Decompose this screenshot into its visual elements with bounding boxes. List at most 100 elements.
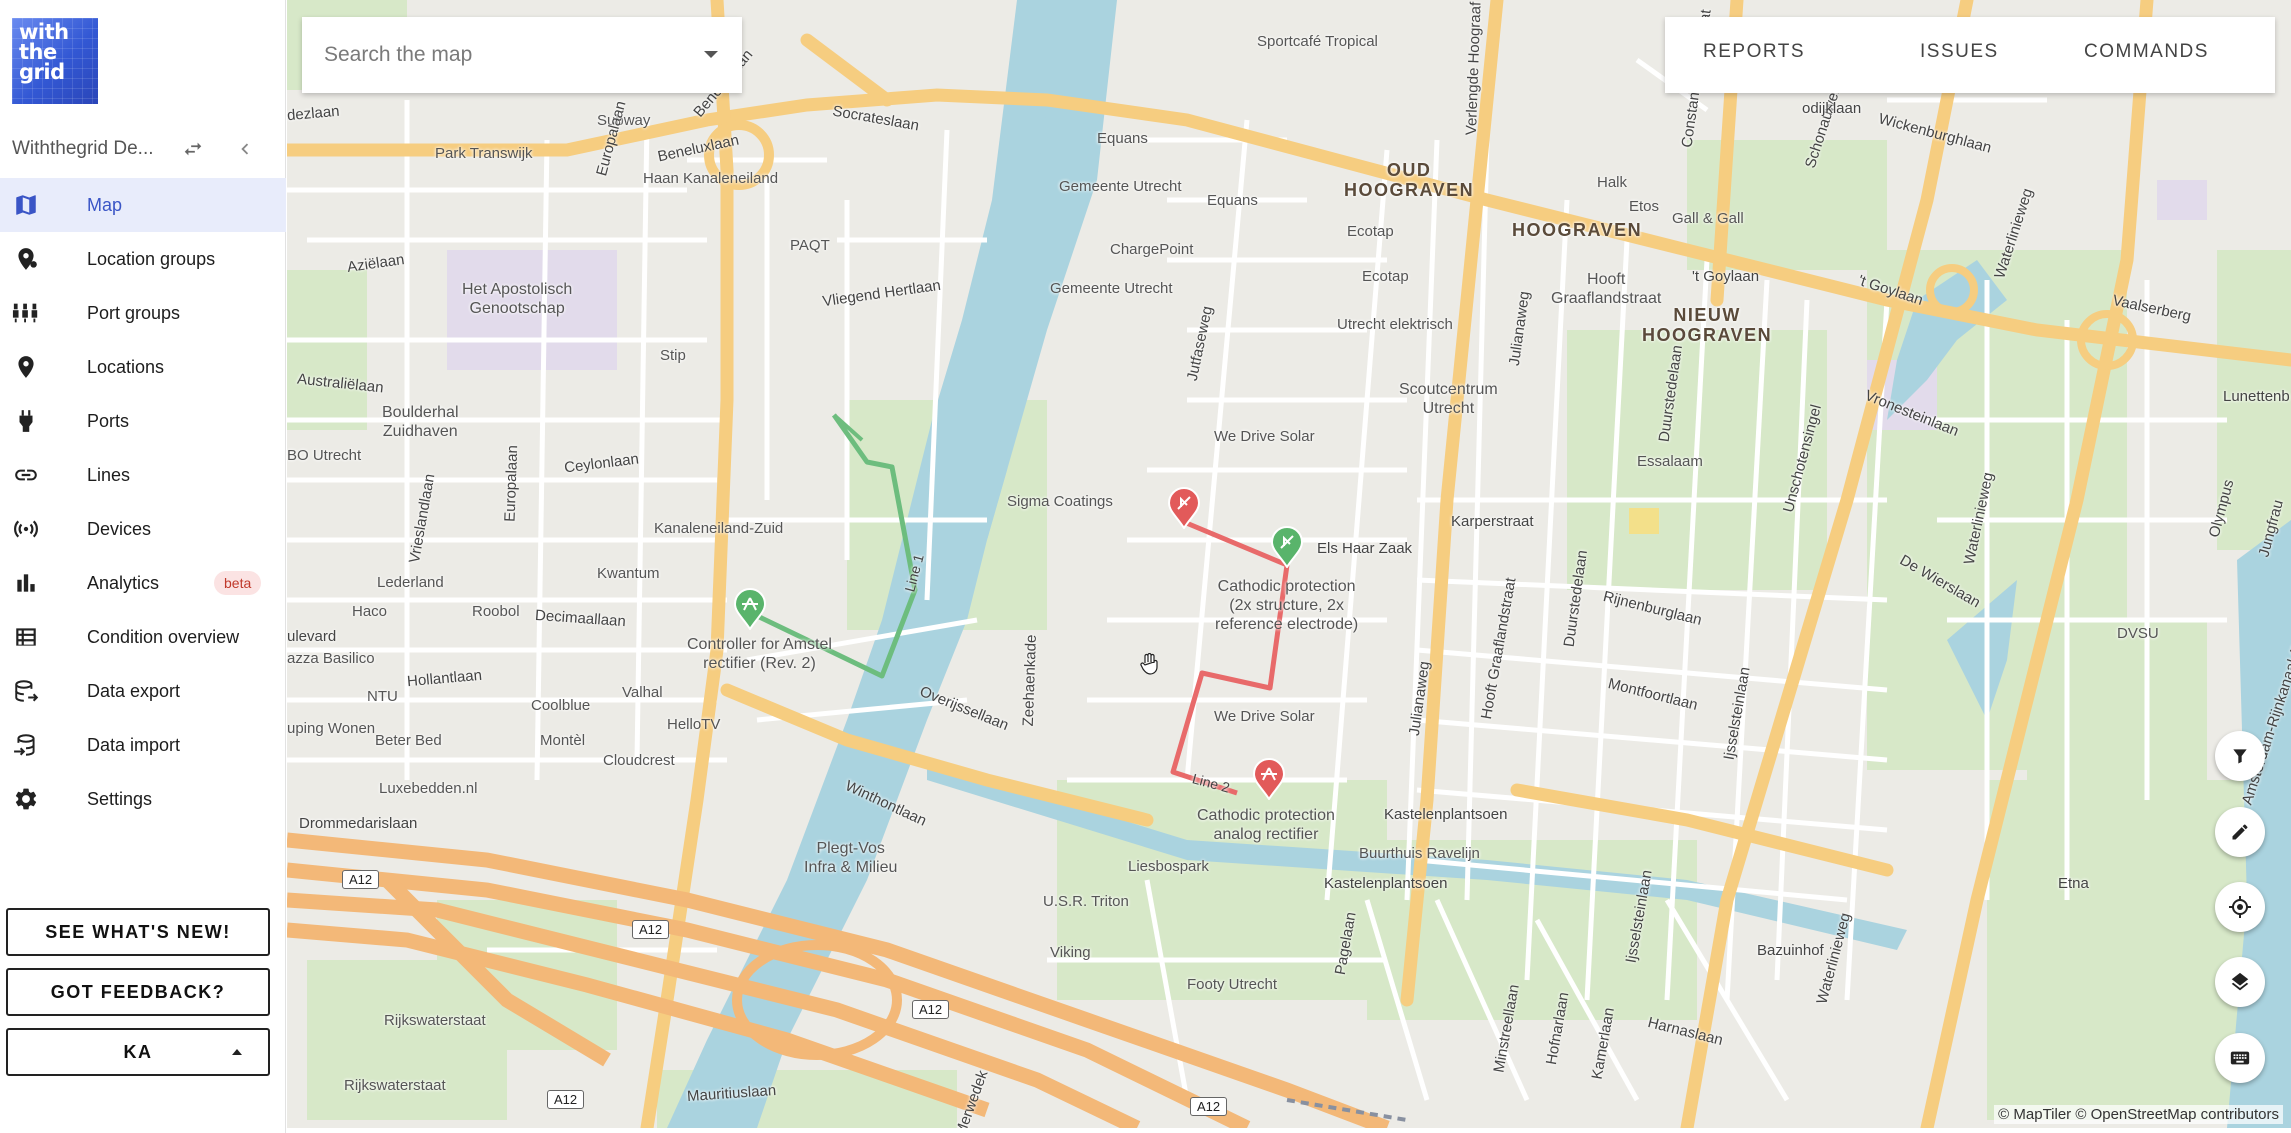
poi-label: U.S.R. Triton bbox=[1043, 893, 1129, 910]
database-import-icon bbox=[12, 731, 40, 759]
nav-item-locations[interactable]: Locations bbox=[0, 340, 286, 394]
hand-cursor-icon bbox=[1140, 653, 1158, 675]
poi-label: Ecotap bbox=[1362, 268, 1409, 285]
nav-item-data-export[interactable]: Data export bbox=[0, 664, 286, 718]
poi-label: Boulderhal Zuidhaven bbox=[382, 404, 459, 440]
nav-item-map[interactable]: Map bbox=[0, 178, 286, 232]
reports-button[interactable]: REPORTS bbox=[1703, 41, 1805, 63]
feedback-button[interactable]: GOT FEEDBACK? bbox=[6, 968, 270, 1016]
app-logo[interactable]: with the grid bbox=[12, 18, 98, 104]
keyboard-icon bbox=[2230, 1051, 2250, 1065]
locate-button[interactable] bbox=[2215, 882, 2265, 932]
poi-label: Essalaam bbox=[1637, 453, 1703, 470]
map-attribution[interactable]: © MapTiler © OpenStreetMap contributors bbox=[1994, 1105, 2283, 1124]
highway-shield-a12: A12 bbox=[632, 920, 670, 939]
location-label-cathodic-protection-structure[interactable]: Cathodic protection (2x structure, 2x re… bbox=[1215, 577, 1358, 634]
nav-item-analytics[interactable]: Analytics beta bbox=[0, 556, 286, 610]
poi-label: Roobol bbox=[472, 603, 520, 620]
poi-label: Park Transwijk bbox=[435, 145, 533, 162]
poi-label: Scoutcentrum Utrecht bbox=[1399, 381, 1498, 417]
poi-label: BO Utrecht bbox=[287, 447, 362, 464]
nav-item-ports[interactable]: Ports bbox=[0, 394, 286, 448]
poi-label: Footy Utrecht bbox=[1187, 976, 1278, 993]
poi-label: Haco bbox=[352, 603, 388, 620]
road-label: Lunettenb bbox=[2223, 388, 2290, 405]
district-oud-hoograven: OUD HOOGRAVEN bbox=[1344, 160, 1475, 200]
poi-label: Utrecht elektrisch bbox=[1337, 316, 1453, 333]
filter-button[interactable] bbox=[2215, 731, 2265, 781]
poi-label: NTU bbox=[367, 688, 398, 705]
road-label: odijklaan bbox=[1802, 100, 1862, 117]
nav-item-data-import[interactable]: Data import bbox=[0, 718, 286, 772]
nav-item-location-groups[interactable]: Location groups bbox=[0, 232, 286, 286]
nav-label: Analytics bbox=[87, 573, 160, 593]
broadcast-icon bbox=[12, 515, 40, 543]
location-marker-red[interactable] bbox=[1167, 487, 1201, 529]
collapse-sidebar-icon[interactable] bbox=[230, 134, 260, 164]
poi-label: Montèl bbox=[540, 732, 586, 749]
poi-label: Equans bbox=[1097, 130, 1148, 147]
poi-label: Etos bbox=[1629, 198, 1660, 215]
issues-button[interactable]: ISSUES bbox=[1920, 41, 1999, 63]
poi-label: We Drive Solar bbox=[1214, 428, 1315, 445]
map-canvas[interactable]: OUD HOOGRAVEN HOOGRAVEN NIEUW HOOGRAVEN … bbox=[287, 0, 2291, 1128]
keyboard-shortcuts-button[interactable] bbox=[2215, 1033, 2265, 1083]
nav-item-devices[interactable]: Devices bbox=[0, 502, 286, 556]
location-marker-red[interactable] bbox=[1252, 758, 1286, 800]
caret-up-icon bbox=[232, 1049, 242, 1055]
map-search-box bbox=[302, 17, 742, 93]
logo-text: with the grid bbox=[19, 20, 69, 84]
nav-item-port-groups[interactable]: Port groups bbox=[0, 286, 286, 340]
map-top-bar: REPORTS ISSUES COMMANDS bbox=[1665, 17, 2275, 93]
location-marker-green[interactable] bbox=[1270, 526, 1304, 568]
district-nieuw-hoograven: NIEUW HOOGRAVEN bbox=[1642, 305, 1773, 345]
nav-label: Port groups bbox=[87, 303, 181, 323]
database-export-icon bbox=[12, 677, 40, 705]
poi-label: Ecotap bbox=[1347, 223, 1394, 240]
link-icon bbox=[12, 461, 40, 489]
bar-chart-icon bbox=[12, 569, 40, 597]
edit-button[interactable] bbox=[2215, 807, 2265, 857]
poi-label: Sportcafé Tropical bbox=[1257, 33, 1378, 50]
layers-button[interactable] bbox=[2215, 957, 2265, 1007]
poi-label: Buurthuis Ravelijn bbox=[1359, 845, 1480, 862]
poi-label: Viking bbox=[1050, 944, 1091, 961]
location-marker-green[interactable] bbox=[733, 588, 767, 630]
user-menu-button[interactable]: KA bbox=[6, 1028, 270, 1076]
commands-button[interactable]: COMMANDS bbox=[2084, 41, 2209, 63]
poi-label: Cloudcrest bbox=[603, 752, 675, 769]
poi-label: azza Basilico bbox=[287, 650, 375, 667]
search-input[interactable] bbox=[324, 39, 684, 71]
location-pin-icon bbox=[12, 353, 40, 381]
search-dropdown-icon[interactable] bbox=[704, 51, 718, 58]
poi-label: HelloTV bbox=[667, 716, 721, 733]
highway-shield-a12: A12 bbox=[342, 870, 380, 889]
nav-label: Data export bbox=[87, 681, 181, 701]
nav-item-settings[interactable]: Settings bbox=[0, 772, 286, 826]
location-label-controller[interactable]: Controller for Amstel rectifier (Rev. 2) bbox=[687, 635, 832, 673]
poi-label: uping Wonen bbox=[287, 720, 376, 737]
nav-label: Data import bbox=[87, 735, 181, 755]
poi-label: Gemeente Utrecht bbox=[1059, 178, 1182, 195]
nav-item-lines[interactable]: Lines bbox=[0, 448, 286, 502]
road-label: Els Haar Zaak bbox=[1317, 540, 1413, 557]
nav-label: Map bbox=[87, 195, 123, 215]
organization-name: Withthegrid De... bbox=[12, 138, 154, 159]
poi-label: ChargePoint bbox=[1110, 241, 1194, 258]
table-icon bbox=[12, 623, 40, 651]
poi-label: Kwantum bbox=[597, 565, 660, 582]
filter-icon bbox=[2233, 749, 2247, 764]
location-label-cathodic-protection-rectifier[interactable]: Cathodic protection analog rectifier bbox=[1197, 806, 1335, 844]
poi-label: Haan Kanaleneiland bbox=[643, 170, 779, 187]
highway-shield-a12: A12 bbox=[1190, 1097, 1228, 1116]
poi-label: Sigma Coatings bbox=[1007, 493, 1113, 510]
nav-label: Condition overview bbox=[87, 627, 240, 647]
poi-label: Lederland bbox=[377, 574, 444, 591]
road-label: 't Goylaan bbox=[1692, 268, 1760, 285]
road-label: Zeehaenkade bbox=[1019, 634, 1040, 727]
see-whats-new-button[interactable]: SEE WHAT'S NEW! bbox=[6, 908, 270, 956]
switch-organization-icon[interactable] bbox=[178, 134, 208, 164]
port-groups-icon bbox=[12, 299, 40, 327]
highway-shield-a12: A12 bbox=[547, 1090, 585, 1109]
nav-item-condition-overview[interactable]: Condition overview bbox=[0, 610, 286, 664]
